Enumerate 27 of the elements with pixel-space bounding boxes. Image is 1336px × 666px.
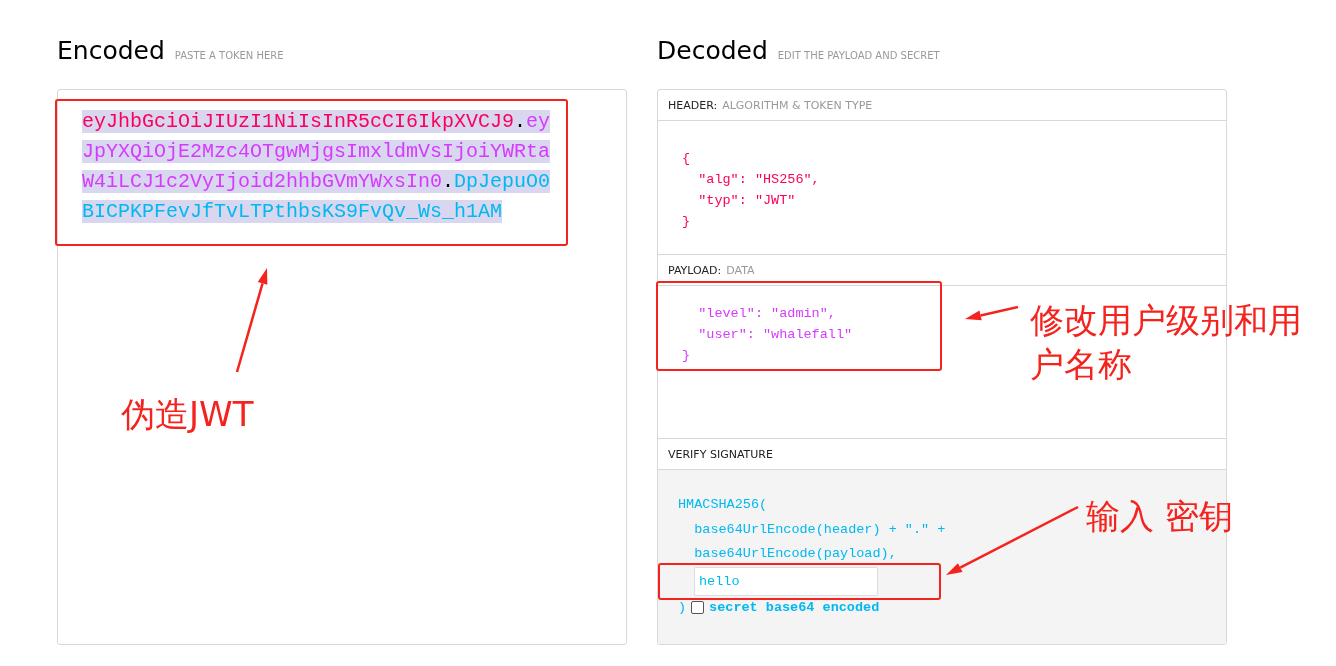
- section-label: HEADER:: [668, 98, 718, 112]
- code-line: base64UrlEncode(payload),: [693, 545, 897, 563]
- code-line: "typ": "JWT": [697, 192, 796, 210]
- code-line: }: [682, 347, 691, 365]
- code-line: "user": "whalefall": [697, 326, 853, 344]
- code-line: {: [682, 150, 691, 168]
- annotation-text: 输入 密钥: [1086, 495, 1234, 538]
- code-line: }: [682, 213, 691, 231]
- section-hint: DATA: [726, 263, 755, 277]
- section-title: Decoded: [657, 38, 768, 63]
- section-title: Encoded: [57, 38, 165, 63]
- code-line: "alg": "HS256",: [697, 171, 820, 189]
- checkbox[interactable]: [691, 601, 705, 615]
- section-hint: ALGORITHM & TOKEN TYPE: [722, 98, 873, 112]
- code-line: HMACSHA256(: [678, 496, 768, 514]
- annotation-arrow: [965, 305, 1019, 321]
- section-label: PAYLOAD:: [668, 263, 722, 277]
- encoded-token: eyJhbGciOiJIUzI1NiIsInR5cCI6IkpXVCJ9.eyJpYXQiOjE2Mzc4OTgwMjgsImxldmVsIjoiYWRtaW4iLCJ1c2VyIjoid2hhbGVmYWxsIn0.DpJepuO0BICPKPFevJfTvLTPthbsKS9FvQv_Ws_h1AM: [82, 109, 552, 225]
- code-line: "level": "admin",: [697, 305, 836, 323]
- section-hint: PASTE A TOKEN HERE: [174, 50, 284, 63]
- annotation-text: 伪造JWT: [121, 393, 255, 436]
- code-line: base64UrlEncode(header) + "." +: [693, 520, 946, 539]
- section-hint: EDIT THE PAYLOAD AND SECRET: [777, 50, 940, 63]
- annotation-text: 修改用户级别和用户名称: [1030, 299, 1303, 386]
- checkbox-label: secret base64 encoded: [709, 600, 880, 616]
- section-label: VERIFY SIGNATURE: [668, 447, 773, 461]
- code-line: ): [678, 598, 687, 617]
